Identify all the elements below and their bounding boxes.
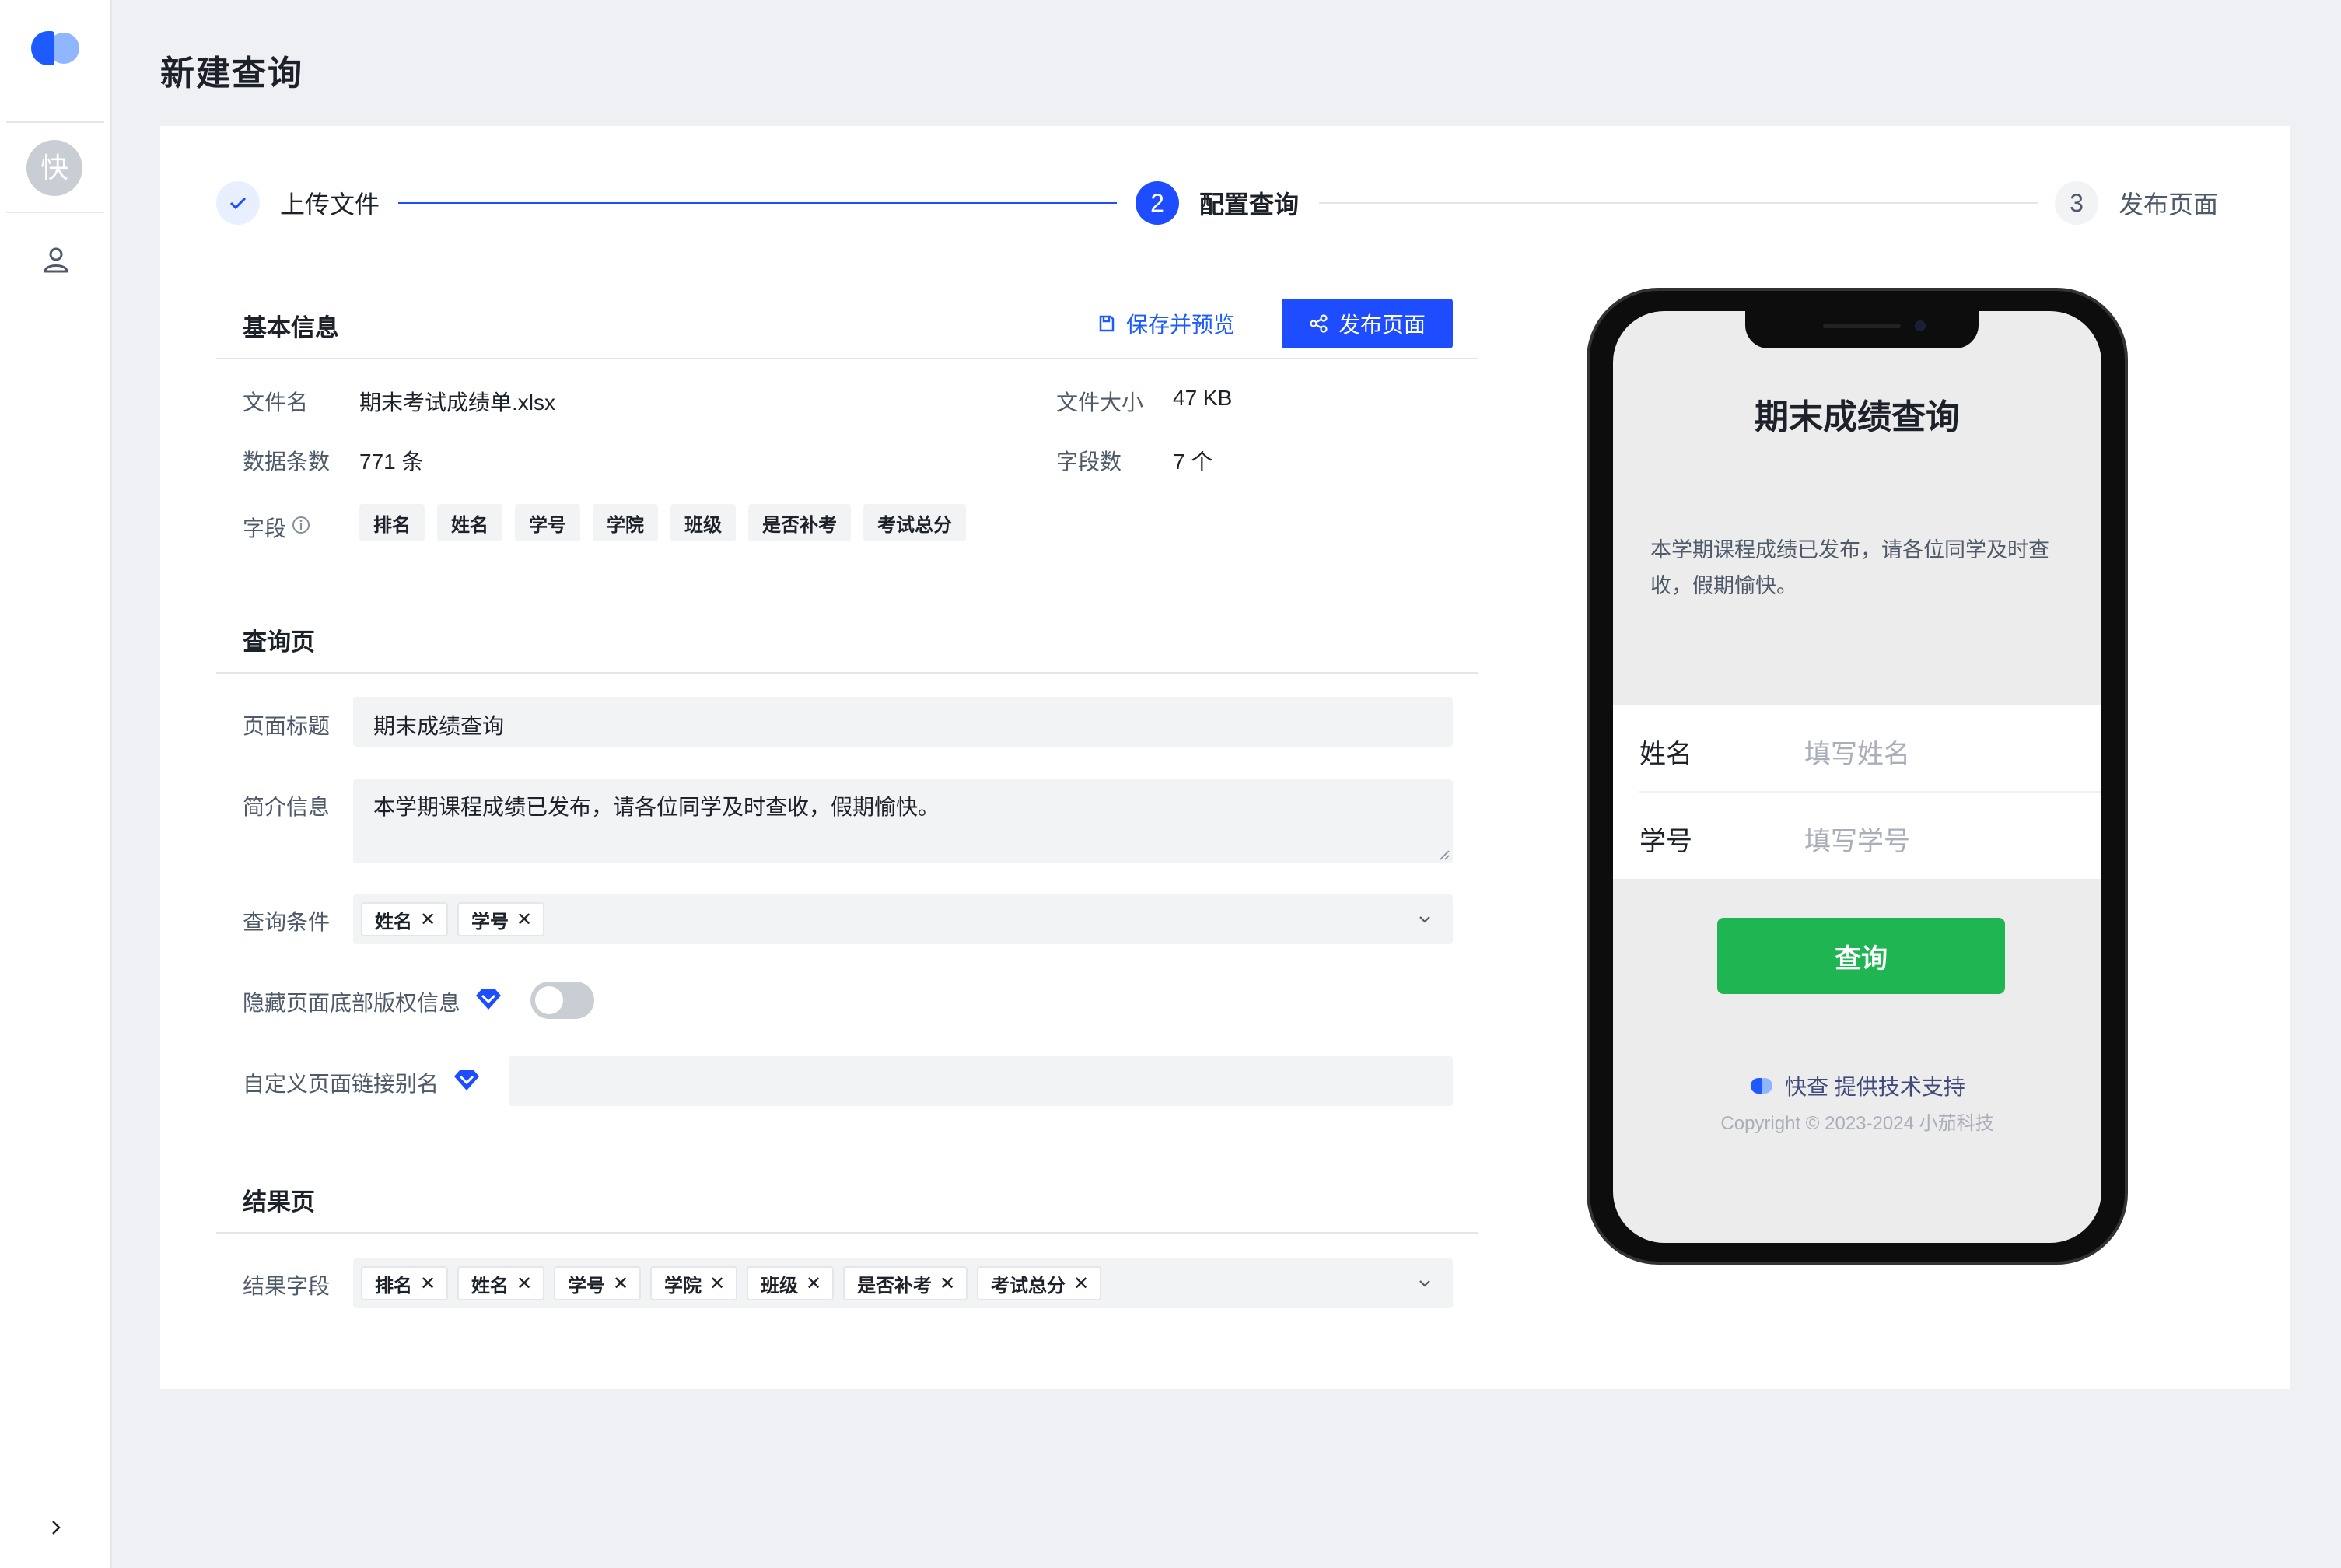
conditions-label: 查询条件 <box>243 910 331 934</box>
check-icon <box>216 181 260 225</box>
field-tag: 是否补考 <box>748 504 851 541</box>
result-field-chip: 学号 ✕ <box>554 1266 642 1300</box>
premium-diamond-icon <box>476 989 501 1010</box>
close-icon[interactable]: ✕ <box>709 1272 725 1295</box>
page-title-input[interactable]: 期末成绩查询 <box>353 697 1453 747</box>
preview-copyright: Copyright © 2023-2024 小茄科技 <box>1720 1113 1994 1134</box>
field-tag: 学号 <box>515 504 580 541</box>
conditions-select[interactable]: 姓名 ✕ 学号 ✕ <box>353 894 1453 944</box>
step-number: 3 <box>2055 181 2098 225</box>
publish-button[interactable]: 发布页面 <box>1282 299 1453 348</box>
rows-label: 数据条数 <box>243 450 331 474</box>
result-fields-label: 结果字段 <box>243 1274 331 1298</box>
chevron-right-icon[interactable] <box>47 1518 65 1537</box>
brand-logo-icon <box>1751 1078 1773 1094</box>
share-icon <box>1310 314 1328 333</box>
premium-diamond-icon <box>454 1070 479 1090</box>
sidebar: 快 <box>0 0 112 1568</box>
field-tag: 姓名 <box>437 504 502 541</box>
step-number: 2 <box>1136 181 1179 225</box>
section-divider <box>216 358 1478 359</box>
intro-label: 简介信息 <box>243 795 331 819</box>
hide-copyright-toggle[interactable] <box>530 982 594 1019</box>
preview-query-button[interactable]: 查询 <box>1717 918 2005 994</box>
sidebar-divider <box>6 121 104 123</box>
result-field-chip: 是否补考 ✕ <box>843 1266 968 1300</box>
step-config: 2 配置查询 <box>1136 180 1299 226</box>
fields-count-value: 7 个 <box>1173 450 1213 474</box>
fields-label: 字段 <box>243 516 287 541</box>
save-preview-button[interactable]: 保存并预览 <box>1098 308 1235 339</box>
file-name-label: 文件名 <box>243 390 309 415</box>
sidebar-divider <box>6 212 104 213</box>
file-size-label: 文件大小 <box>1056 390 1144 415</box>
section-title-result-page: 结果页 <box>243 1188 315 1216</box>
field-tag: 学院 <box>593 504 658 541</box>
step-publish: 3 发布页面 <box>2055 180 2218 226</box>
app-logo[interactable] <box>31 30 82 67</box>
section-divider <box>216 672 1478 674</box>
resize-handle-icon[interactable] <box>1437 848 1450 860</box>
close-icon[interactable]: ✕ <box>516 1272 532 1295</box>
close-icon[interactable]: ✕ <box>420 1272 436 1295</box>
page-title-label: 页面标题 <box>243 714 331 738</box>
avatar[interactable]: 快 <box>26 140 82 196</box>
result-field-chip: 学院 ✕ <box>650 1266 738 1300</box>
step-label: 上传文件 <box>280 191 380 219</box>
section-title-query-page: 查询页 <box>243 628 315 656</box>
mobile-preview: 期末成绩查询 本学期课程成绩已发布，请各位同学及时查收，假期愉快。 姓名 填写姓… <box>1587 288 2128 1265</box>
section-divider <box>216 1232 1478 1234</box>
step-upload: 上传文件 <box>216 180 380 226</box>
result-field-chip: 考试总分 ✕ <box>977 1266 1102 1300</box>
fields-count-label: 字段数 <box>1056 450 1122 474</box>
preview-name-input[interactable]: 填写姓名 <box>1804 733 1910 771</box>
close-icon[interactable]: ✕ <box>940 1272 955 1295</box>
mobile-screen: 期末成绩查询 本学期课程成绩已发布，请各位同学及时查收，假期愉快。 姓名 填写姓… <box>1613 311 2101 1243</box>
field-tag: 排名 <box>359 504 425 541</box>
field-tag: 班级 <box>670 504 736 541</box>
close-icon[interactable]: ✕ <box>613 1272 628 1295</box>
rows-value: 771 条 <box>359 450 424 474</box>
condition-chip: 学号 ✕ <box>457 902 545 936</box>
phone-notch <box>1745 311 1979 348</box>
preview-form: 姓名 填写姓名 学号 填写学号 <box>1613 705 2101 879</box>
intro-textarea[interactable]: 本学期课程成绩已发布，请各位同学及时查收，假期愉快。 <box>353 779 1453 863</box>
preview-support: 快查 提供技术支持 <box>1613 1070 2101 1101</box>
preview-id-input[interactable]: 填写学号 <box>1804 820 1910 858</box>
file-size-value: 47 KB <box>1173 386 1233 410</box>
step-label: 发布页面 <box>2119 191 2219 219</box>
condition-chip: 姓名 ✕ <box>361 902 449 936</box>
info-icon[interactable] <box>291 515 311 535</box>
preview-id-row[interactable]: 学号 填写学号 <box>1613 792 2101 879</box>
field-tag: 考试总分 <box>863 504 966 541</box>
result-field-chip: 班级 ✕ <box>747 1266 835 1300</box>
result-field-chip: 姓名 ✕ <box>457 1266 545 1300</box>
chevron-down-icon[interactable] <box>1415 1274 1434 1293</box>
save-icon <box>1099 315 1115 332</box>
result-field-chip: 排名 ✕ <box>361 1266 449 1300</box>
close-icon[interactable]: ✕ <box>806 1272 821 1295</box>
preview-name-row[interactable]: 姓名 填写姓名 <box>1613 705 2101 793</box>
alias-input[interactable] <box>509 1056 1453 1106</box>
file-name-value: 期末考试成绩单.xlsx <box>359 390 556 415</box>
hide-copyright-label: 隐藏页面底部版权信息 <box>243 991 461 1015</box>
step-connector <box>1319 202 2038 204</box>
step-label: 配置查询 <box>1199 191 1300 219</box>
close-icon[interactable]: ✕ <box>420 908 436 931</box>
close-icon[interactable]: ✕ <box>1073 1272 1089 1295</box>
close-icon[interactable]: ✕ <box>516 908 532 931</box>
user-icon[interactable] <box>40 244 72 275</box>
page-title: 新建查询 <box>160 54 303 93</box>
step-connector <box>398 202 1117 204</box>
preview-title: 期末成绩查询 <box>1755 398 1960 436</box>
section-title-basic-info: 基本信息 <box>243 314 339 341</box>
preview-description: 本学期课程成绩已发布，请各位同学及时查收，假期愉快。 <box>1650 538 2049 597</box>
chevron-down-icon[interactable] <box>1415 910 1434 929</box>
alias-label: 自定义页面链接别名 <box>243 1072 439 1096</box>
result-fields-select[interactable]: 排名 ✕ 姓名 ✕ 学号 ✕ 学院 ✕ 班级 ✕ 是否补考 ✕ 考试总分 ✕ <box>353 1258 1453 1308</box>
